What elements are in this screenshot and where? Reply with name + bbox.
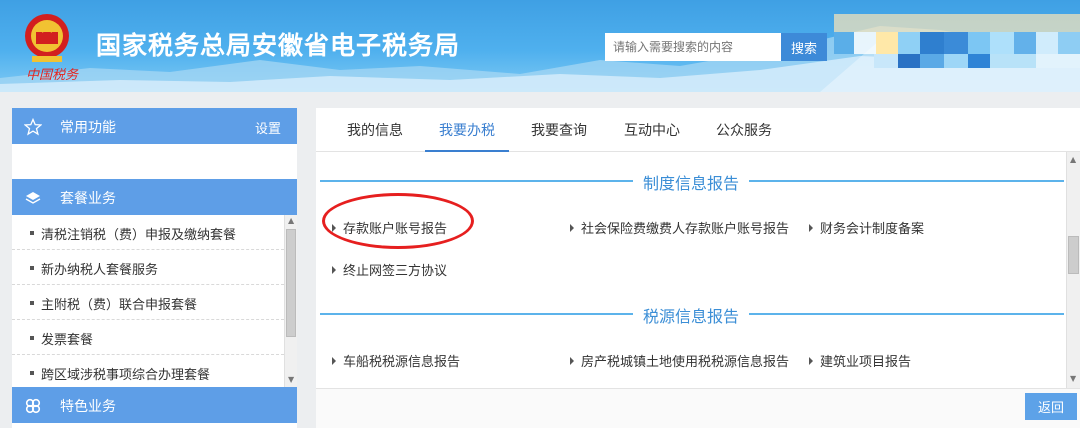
caret-right-icon bbox=[809, 357, 813, 365]
back-button[interactable]: 返回 bbox=[1025, 393, 1077, 420]
link-construction-project-report[interactable]: 建筑业项目报告 bbox=[809, 351, 911, 370]
clover-icon bbox=[25, 398, 41, 414]
scroll-down-icon[interactable]: ▼ bbox=[1070, 374, 1076, 384]
layers-icon bbox=[25, 192, 41, 204]
link-property-land-tax-source-report[interactable]: 房产税城镇土地使用税税源信息报告 bbox=[570, 351, 789, 370]
link-vehicle-tax-source-report[interactable]: 车船税税源信息报告 bbox=[332, 351, 460, 370]
scroll-down-icon[interactable]: ▼ bbox=[288, 375, 294, 385]
blurred-user-info bbox=[834, 14, 1080, 68]
active-tab-indicator bbox=[425, 150, 509, 152]
main-footer-bar bbox=[316, 388, 1080, 428]
tab-handle-tax[interactable]: 我要办税 bbox=[439, 120, 495, 140]
sidebar-item-label: 发票套餐 bbox=[41, 333, 94, 348]
package-services-label: 套餐业务 bbox=[60, 191, 116, 207]
sidebar-item-label: 跨区域涉税事项综合办理套餐 bbox=[41, 368, 211, 383]
special-services-label: 特色业务 bbox=[60, 399, 116, 415]
highlight-circle-annotation bbox=[322, 193, 474, 249]
main-panel: 我的信息 我要办税 我要查询 互动中心 公众服务 制度信息报告 存款账户账号报告… bbox=[316, 108, 1080, 428]
search-input[interactable] bbox=[605, 33, 781, 61]
main-scroll-thumb[interactable] bbox=[1068, 236, 1079, 274]
section-title-tax-source-info: 税源信息报告 bbox=[633, 303, 750, 327]
site-title: 国家税务总局安徽省电子税务局 bbox=[96, 31, 461, 60]
caret-right-icon bbox=[570, 224, 574, 232]
bullet bbox=[30, 231, 34, 235]
scroll-up-icon[interactable]: ▲ bbox=[1070, 155, 1076, 165]
caret-right-icon bbox=[809, 224, 813, 232]
sidebar-item-label: 清税注销税（费）申报及缴纳套餐 bbox=[41, 228, 237, 243]
bullet bbox=[30, 266, 34, 270]
common-functions-header[interactable]: 常用功能 设置 bbox=[12, 108, 297, 144]
sidebar-item-invoice-package[interactable]: 发票套餐 bbox=[12, 320, 284, 355]
bullet bbox=[30, 336, 34, 340]
site-header: 中国税务 国家税务总局安徽省电子税务局 搜索 bbox=[0, 0, 1080, 92]
link-terminate-tripartite-agreement[interactable]: 终止网签三方协议 bbox=[332, 260, 447, 279]
bullet bbox=[30, 371, 34, 375]
scroll-up-icon[interactable]: ▲ bbox=[288, 216, 294, 226]
tab-query[interactable]: 我要查询 bbox=[531, 120, 587, 140]
sidebar-item-cross-region-package[interactable]: 跨区域涉税事项综合办理套餐 bbox=[12, 355, 284, 390]
link-social-insurance-account-report[interactable]: 社会保险费缴费人存款账户账号报告 bbox=[570, 218, 789, 237]
sidebar-item-deregistration-package[interactable]: 清税注销税（费）申报及缴纳套餐 bbox=[12, 215, 284, 250]
special-services-header[interactable]: 特色业务 bbox=[12, 387, 297, 423]
package-services-header[interactable]: 套餐业务 bbox=[12, 179, 297, 215]
settings-link[interactable]: 设置 bbox=[255, 118, 281, 137]
caret-right-icon bbox=[332, 266, 336, 274]
caret-right-icon bbox=[332, 357, 336, 365]
sidebar-item-new-taxpayer-package[interactable]: 新办纳税人套餐服务 bbox=[12, 250, 284, 285]
main-scrollbar[interactable]: ▲ ▼ bbox=[1066, 152, 1080, 388]
sidebar-scroll-thumb[interactable] bbox=[286, 229, 296, 337]
search-button[interactable]: 搜索 bbox=[781, 33, 827, 61]
sidebar-item-label: 主附税（费）联合申报套餐 bbox=[41, 298, 198, 313]
sidebar-scrollbar[interactable]: ▲ ▼ bbox=[284, 215, 297, 387]
tab-my-info[interactable]: 我的信息 bbox=[347, 120, 403, 140]
emblem-caption: 中国税务 bbox=[26, 68, 79, 83]
sidebar-item-joint-declaration-package[interactable]: 主附税（费）联合申报套餐 bbox=[12, 285, 284, 320]
sidebar: 常用功能 设置 套餐业务 清税注销税（费）申报及缴纳套餐 新办纳税人套餐服务 主… bbox=[12, 108, 297, 428]
tab-public-service[interactable]: 公众服务 bbox=[716, 120, 772, 140]
bullet bbox=[30, 301, 34, 305]
tab-interaction-center[interactable]: 互动中心 bbox=[624, 120, 680, 140]
tab-bar: 我的信息 我要办税 我要查询 互动中心 公众服务 bbox=[316, 108, 1080, 152]
tax-emblem-icon bbox=[25, 14, 69, 62]
link-accounting-system-filing[interactable]: 财务会计制度备案 bbox=[809, 218, 924, 237]
common-functions-label: 常用功能 bbox=[60, 120, 116, 136]
sidebar-item-label: 新办纳税人套餐服务 bbox=[41, 263, 159, 278]
caret-right-icon bbox=[570, 357, 574, 365]
section-title-system-info: 制度信息报告 bbox=[633, 170, 750, 194]
star-icon bbox=[24, 118, 42, 136]
svg-text:中国税务: 中国税务 bbox=[26, 68, 79, 83]
